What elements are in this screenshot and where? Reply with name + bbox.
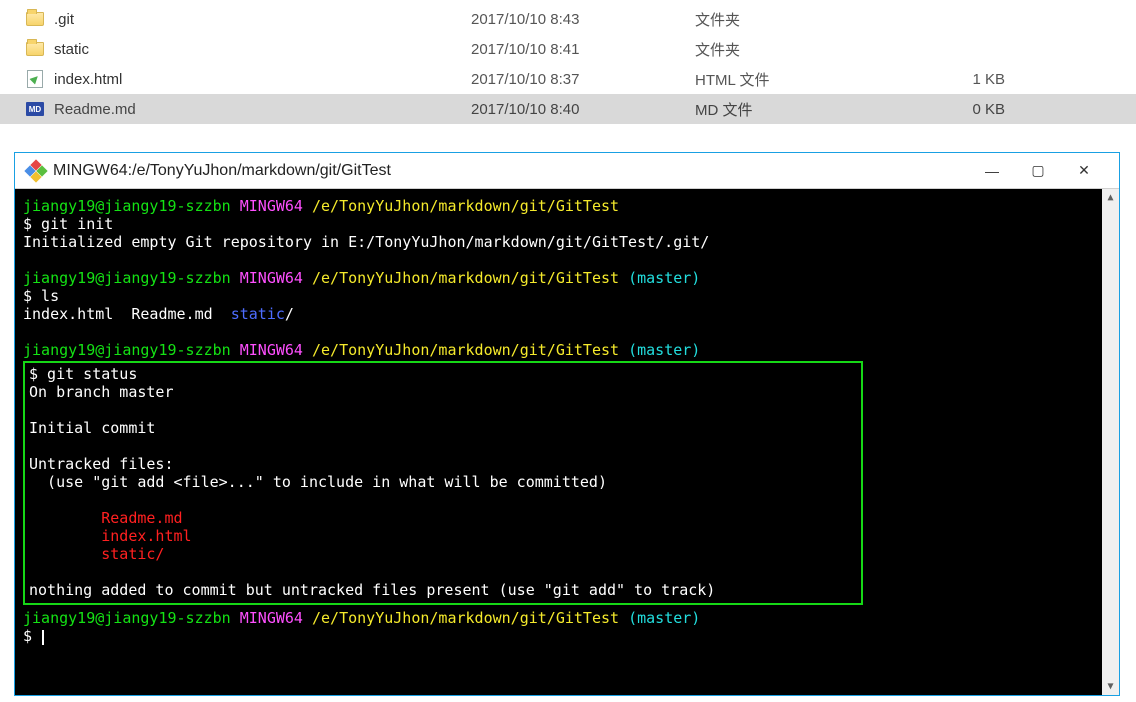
file-type: 文件夹 (695, 9, 955, 30)
terminal-line: jiangy19@jiangy19-szzbn MINGW64 /e/TonyY… (23, 197, 1111, 215)
file-type: MD 文件 (695, 99, 955, 120)
window-maximize-button[interactable]: ▢ (1015, 156, 1061, 186)
terminal-window: MINGW64:/e/TonyYuJhon/markdown/git/GitTe… (14, 152, 1120, 696)
terminal-blank (23, 251, 1111, 269)
file-date: 2017/10/10 8:41 (471, 41, 695, 58)
scrollbar-up-icon[interactable]: ▲ (1102, 189, 1119, 206)
terminal-line: nothing added to commit but untracked fi… (29, 581, 857, 599)
terminal-blank (29, 491, 857, 509)
terminal-line: jiangy19@jiangy19-szzbn MINGW64 /e/TonyY… (23, 341, 1111, 359)
terminal-body[interactable]: jiangy19@jiangy19-szzbn MINGW64 /e/TonyY… (15, 189, 1119, 695)
terminal-title: MINGW64:/e/TonyYuJhon/markdown/git/GitTe… (53, 162, 391, 180)
file-row-readme[interactable]: MD Readme.md 2017/10/10 8:40 MD 文件 0 KB (0, 94, 1136, 124)
folder-icon (26, 40, 44, 58)
terminal-line: On branch master (29, 383, 857, 401)
file-name: Readme.md (54, 101, 136, 118)
terminal-blank (29, 437, 857, 455)
terminal-line: $ git status (29, 365, 857, 383)
file-type: HTML 文件 (695, 69, 955, 90)
terminal-line: Initialized empty Git repository in E:/T… (23, 233, 1111, 251)
terminal-line: Untracked files: (29, 455, 857, 473)
untracked-file: index.html (29, 527, 857, 545)
file-name: .git (54, 11, 74, 28)
scrollbar-down-icon[interactable]: ▼ (1102, 678, 1119, 695)
file-size: 0 KB (955, 101, 1015, 118)
folder-icon (26, 10, 44, 28)
terminal-line: index.html Readme.md static/ (23, 305, 1111, 323)
terminal-line: jiangy19@jiangy19-szzbn MINGW64 /e/TonyY… (23, 609, 1111, 627)
file-name: static (54, 41, 89, 58)
file-row-index[interactable]: index.html 2017/10/10 8:37 HTML 文件 1 KB (0, 64, 1136, 94)
terminal-line: Initial commit (29, 419, 857, 437)
file-list: .git 2017/10/10 8:43 文件夹 static 2017/10/… (0, 0, 1136, 140)
file-date: 2017/10/10 8:40 (471, 101, 695, 118)
terminal-blank (23, 323, 1111, 341)
html-file-icon (26, 70, 44, 88)
file-type: 文件夹 (695, 39, 955, 60)
terminal-blank (29, 563, 857, 581)
untracked-file: Readme.md (29, 509, 857, 527)
terminal-line: (use "git add <file>..." to include in w… (29, 473, 857, 491)
terminal-logo-icon (27, 162, 45, 180)
untracked-file: static/ (29, 545, 857, 563)
terminal-titlebar[interactable]: MINGW64:/e/TonyYuJhon/markdown/git/GitTe… (15, 153, 1119, 189)
md-file-icon: MD (26, 100, 44, 118)
window-close-button[interactable]: ✕ (1061, 156, 1107, 186)
terminal-line: $ (23, 627, 1111, 645)
file-date: 2017/10/10 8:43 (471, 11, 695, 28)
terminal-blank (29, 401, 857, 419)
file-row-git[interactable]: .git 2017/10/10 8:43 文件夹 (0, 4, 1136, 34)
file-row-static[interactable]: static 2017/10/10 8:41 文件夹 (0, 34, 1136, 64)
window-minimize-button[interactable]: — (969, 156, 1015, 186)
file-size: 1 KB (955, 71, 1015, 88)
terminal-line: $ git init (23, 215, 1111, 233)
file-date: 2017/10/10 8:37 (471, 71, 695, 88)
terminal-line: $ ls (23, 287, 1111, 305)
file-name: index.html (54, 71, 122, 88)
terminal-cursor (42, 630, 44, 645)
terminal-line: jiangy19@jiangy19-szzbn MINGW64 /e/TonyY… (23, 269, 1111, 287)
terminal-scrollbar[interactable]: ▲ ▼ (1102, 189, 1119, 695)
git-status-box: $ git status On branch master Initial co… (23, 361, 863, 605)
